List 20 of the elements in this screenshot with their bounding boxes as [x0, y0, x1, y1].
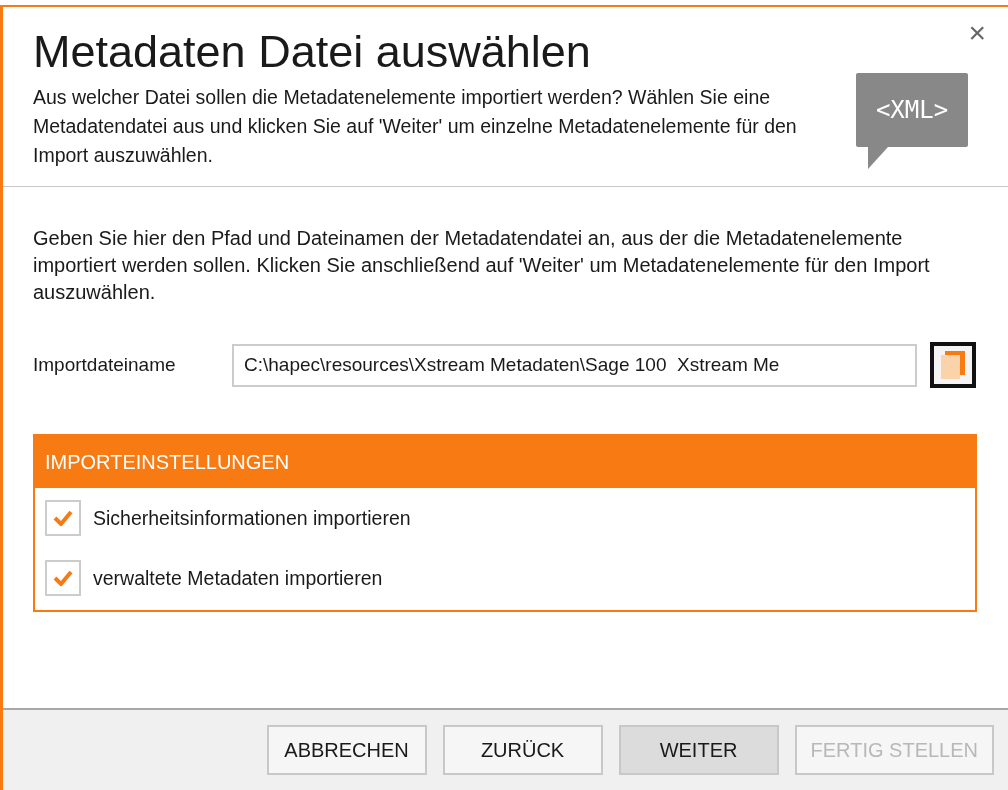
checkbox[interactable] — [45, 560, 81, 596]
checkbox[interactable] — [45, 500, 81, 536]
checkbox-label: Sicherheitsinformationen importieren — [93, 506, 411, 530]
dialog-button[interactable]: ZURÜCK — [442, 725, 603, 775]
dialog-button[interactable]: WEITER — [618, 725, 779, 775]
checkbox-label: verwaltete Metadaten importieren — [93, 566, 383, 590]
file-path-field[interactable]: C:\hapec\resources\Xstream Metadaten\Sage 100 Xstream Me — [232, 343, 917, 387]
close-icon[interactable]: × — [968, 19, 986, 47]
dialog-title: Metadaten Datei auswählen — [33, 25, 592, 79]
settings-header: IMPORTEINSTELLUNGEN — [35, 436, 975, 488]
xml-badge: <XML> — [856, 73, 968, 147]
dialog-subtitle: Aus welcher Datei sollen die Metadatenelemente importiert werden? Wählen Sie eine Metadatendatei aus und klicken Sie auf 'Weiter' um einzelne Metadatenelemente für den Import auszuwählen. — [33, 85, 798, 168]
dialog-button[interactable]: ABBRECHEN — [266, 725, 427, 775]
checkmark-icon — [53, 510, 73, 526]
field-label: Importdateiname — [33, 354, 177, 376]
browse-button[interactable] — [930, 342, 976, 388]
speech-tail-icon — [868, 147, 888, 169]
checkmark-icon — [53, 570, 73, 586]
folder-icon — [941, 351, 965, 379]
instructions-text: Geben Sie hier den Pfad und Dateinamen der Metadatendatei an, aus der die Metadatenelemente importiert werden sollen. Klicken Sie anschließend auf 'Weiter' um Metadatenelemente für den Import auszuwählen. — [33, 226, 931, 305]
